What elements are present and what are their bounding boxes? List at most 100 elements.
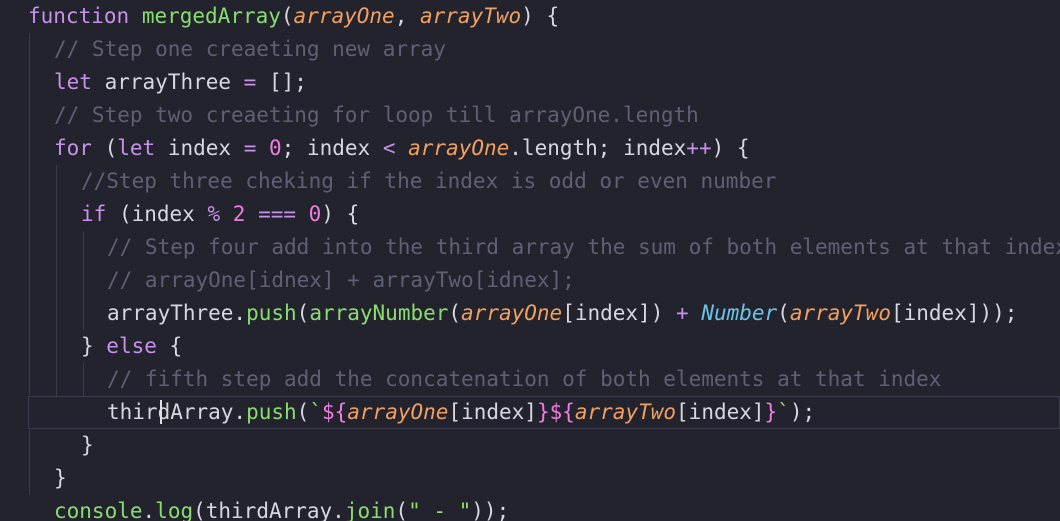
code-token: =: [243, 70, 257, 94]
code-token: // arrayOne[idnex] + arrayTwo[idnex];: [107, 268, 575, 292]
code-line-15[interactable]: }: [54, 462, 67, 495]
code-token: arrayTwo: [420, 4, 522, 28]
code-token: //Step three cheking if the index is odd…: [81, 169, 777, 193]
code-line-9[interactable]: // arrayOne[idnex] + arrayTwo[idnex];: [107, 264, 575, 297]
code-token: arrayTwo: [574, 400, 677, 424]
code-token: {: [156, 334, 183, 358]
code-line-1[interactable]: function mergedArray(arrayOne, arrayTwo)…: [28, 0, 559, 33]
code-token: <: [382, 136, 396, 160]
code-line-7[interactable]: if (index % 2 === 0) {: [81, 198, 359, 231]
code-token: (index: [106, 202, 208, 226]
code-token: [index]): [562, 301, 676, 325]
code-token: `: [777, 400, 790, 424]
code-token: (: [296, 301, 310, 325]
code-token: for: [54, 136, 92, 160]
code-token: (thirdArray.: [193, 499, 345, 521]
code-token: ,: [394, 4, 420, 28]
code-token: );: [789, 400, 816, 424]
code-token: }: [81, 433, 94, 457]
code-token: ; index: [281, 136, 383, 160]
code-token: (: [280, 4, 294, 28]
code-token: (: [296, 400, 310, 424]
code-token: if: [81, 202, 107, 226]
code-line-13[interactable]: thirdArray.push(`${arrayOne[index]}${arr…: [28, 396, 1060, 429]
code-token: console: [54, 499, 143, 521]
code-token: thirdArray.: [107, 400, 247, 424]
code-token: arrayOne: [293, 4, 395, 28]
code-token: ) {: [711, 136, 750, 160]
code-token: arrayNumber: [309, 301, 449, 325]
code-token: 2: [232, 202, 246, 226]
code-token: %: [207, 202, 221, 226]
code-line-5[interactable]: for (let index = 0; index < arrayOne.len…: [54, 132, 750, 165]
code-token: " - ": [408, 499, 472, 521]
code-token: =: [243, 136, 257, 160]
code-token: // Step one creaeting new array: [54, 37, 446, 61]
indent-guide-3: [83, 231, 84, 330]
code-token: join: [344, 499, 396, 521]
code-token: .length; index: [509, 136, 687, 160]
code-line-4[interactable]: // Step two creaeting for loop till arra…: [54, 99, 699, 132]
code-token: arrayOne: [408, 136, 510, 160]
code-token: arrayOne: [461, 301, 563, 325]
code-token: Number: [701, 301, 778, 325]
code-token: ) {: [321, 202, 360, 226]
code-token: (: [777, 301, 790, 325]
code-token: ===: [258, 202, 297, 226]
code-token: // fifth step add the concatenation of b…: [107, 367, 942, 391]
code-token: index: [155, 136, 244, 160]
code-token: else: [106, 334, 157, 358]
code-token: (: [91, 136, 118, 160]
code-line-16[interactable]: console.log(thirdArray.join(" - "));: [54, 495, 509, 521]
code-token: [index]: [676, 400, 765, 424]
code-line-12[interactable]: // fifth step add the concatenation of b…: [107, 363, 941, 396]
code-line-8[interactable]: // Step four add into the third array th…: [107, 231, 1060, 264]
code-token: }: [81, 334, 107, 358]
code-token: log: [155, 499, 194, 521]
code-token: ${: [321, 400, 348, 424]
code-token: ) {: [521, 4, 560, 28]
indent-guide-2: [56, 165, 57, 429]
code-token: .: [142, 499, 156, 521]
code-token: `: [309, 400, 322, 424]
code-token: arrayThree.: [107, 301, 247, 325]
code-token: }: [764, 400, 778, 424]
code-token: [index]));: [890, 301, 1018, 325]
code-token: +: [676, 301, 689, 325]
code-token: mergedArray: [141, 4, 281, 28]
code-token: }: [54, 466, 67, 490]
code-token: (: [395, 499, 409, 521]
code-token: }${: [536, 400, 575, 424]
code-token: [];: [256, 70, 307, 94]
code-token: (: [448, 301, 462, 325]
code-token: arrayThree: [91, 70, 244, 94]
code-editor[interactable]: function mergedArray(arrayOne, arrayTwo)…: [0, 0, 1060, 521]
code-token: // Step two creaeting for loop till arra…: [54, 103, 699, 127]
code-line-3[interactable]: let arrayThree = [];: [54, 66, 307, 99]
code-token: let: [117, 136, 156, 160]
code-token: // Step four add into the third array th…: [107, 235, 1060, 259]
code-token: function: [28, 4, 130, 28]
text-cursor: [160, 400, 162, 424]
code-line-10[interactable]: arrayThree.push(arrayNumber(arrayOne[ind…: [107, 297, 1017, 330]
code-token: ));: [471, 499, 510, 521]
code-line-2[interactable]: // Step one creaeting new array: [54, 33, 446, 66]
code-token: 0: [308, 202, 322, 226]
code-token: [index]: [448, 400, 537, 424]
code-token: push: [246, 301, 297, 325]
code-token: let: [54, 70, 92, 94]
code-token: 0: [269, 136, 282, 160]
code-line-11[interactable]: } else {: [81, 330, 182, 363]
code-line-6[interactable]: //Step three cheking if the index is odd…: [81, 165, 776, 198]
code-token: push: [246, 400, 297, 424]
code-token: ++: [686, 136, 712, 160]
code-token: arrayTwo: [789, 301, 891, 325]
code-line-14[interactable]: }: [81, 429, 94, 462]
